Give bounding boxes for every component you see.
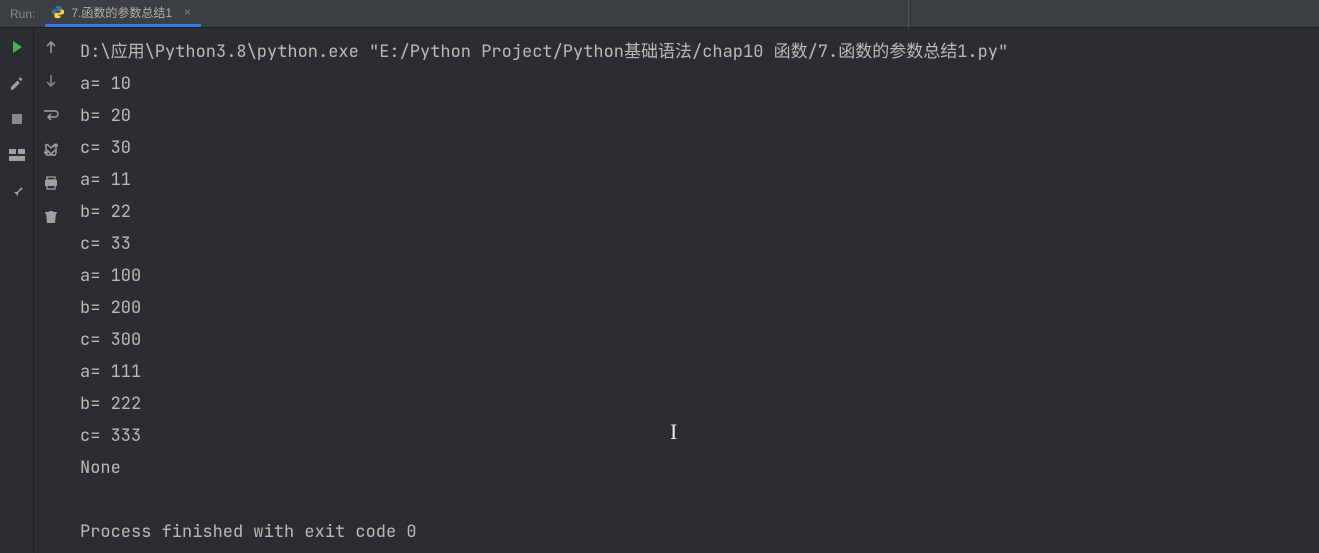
secondary-toolbar [34, 28, 68, 553]
print-button[interactable] [42, 174, 60, 192]
layout-button[interactable] [8, 146, 26, 164]
up-button[interactable] [42, 38, 60, 56]
console-output[interactable]: D:\应用\Python3.8\python.exe "E:/Python Pr… [68, 28, 1319, 553]
python-file-icon [51, 5, 65, 19]
run-tab[interactable]: 7.函数的参数总结1 × [45, 0, 201, 27]
stop-button[interactable] [8, 110, 26, 128]
pin-button[interactable] [8, 182, 26, 200]
scroll-to-end-button[interactable] [42, 140, 60, 158]
header-divider [908, 0, 909, 28]
run-tool-header: Run: 7.函数的参数总结1 × [0, 0, 1319, 28]
close-icon[interactable]: × [178, 5, 191, 19]
rerun-button[interactable] [8, 38, 26, 56]
down-button[interactable] [42, 72, 60, 90]
console-text: D:\应用\Python3.8\python.exe "E:/Python Pr… [80, 36, 1307, 548]
main-toolbar [0, 28, 34, 553]
soft-wrap-button[interactable] [42, 106, 60, 124]
settings-button[interactable] [8, 74, 26, 92]
tab-label: 7.函数的参数总结1 [71, 4, 172, 21]
clear-button[interactable] [42, 208, 60, 226]
run-label: Run: [0, 7, 45, 21]
